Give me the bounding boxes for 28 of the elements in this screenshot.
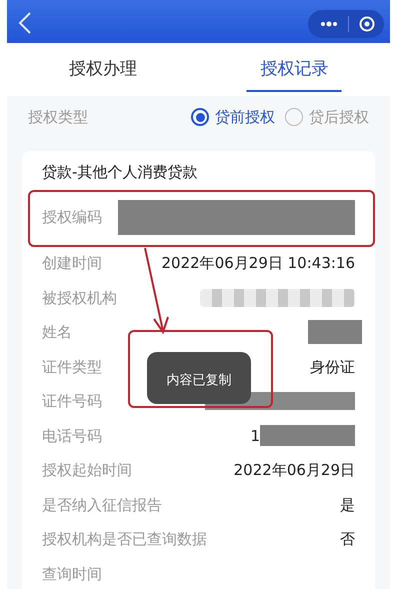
field-label: 电话号码	[42, 426, 102, 446]
field-label: 证件类型	[42, 356, 102, 378]
field-label: 授权编码	[42, 207, 102, 228]
field-label: 被授权机构	[42, 288, 117, 308]
field-label: 姓名	[42, 322, 72, 343]
redaction-block	[308, 320, 362, 344]
back-icon[interactable]	[18, 11, 32, 35]
field-label: 查询时间	[42, 564, 102, 584]
field-label: 证件号码	[42, 391, 102, 412]
field-label: 授权起始时间	[42, 460, 132, 481]
field-value: 否	[340, 529, 355, 550]
field-value: 是	[340, 494, 355, 516]
field-value: 1	[250, 426, 260, 446]
tab[interactable]: 授权办理	[7, 43, 198, 96]
toast-message: 内容已复制	[147, 352, 251, 404]
more-icon	[320, 21, 338, 27]
target-icon	[359, 16, 375, 32]
field-value: 2022年06月29日 10:43:16	[162, 253, 355, 274]
field-value: 2022年06月29日	[234, 460, 355, 481]
field-label: 创建时间	[42, 253, 102, 274]
field-label: 授权类型	[28, 106, 88, 128]
record-title: 贷款-其他个人消费贷款	[42, 162, 198, 183]
field-label: 授权机构是否已查询数据	[42, 529, 207, 550]
field-label: 是否纳入征信报告	[42, 494, 162, 516]
field-value: 身份证	[310, 356, 355, 378]
radio-option[interactable]: 贷前授权	[191, 106, 275, 128]
tab[interactable]: 授权记录	[198, 43, 390, 96]
capsule-menu[interactable]	[308, 10, 384, 38]
